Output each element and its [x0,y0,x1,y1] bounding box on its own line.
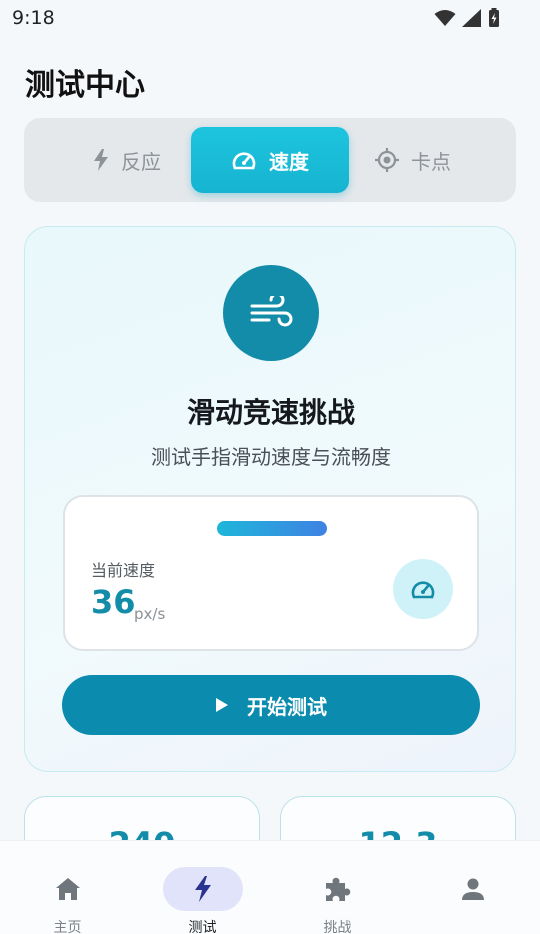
tab-speed[interactable]: 速度 [191,127,349,193]
nav-icon-container [433,867,513,911]
challenge-title: 滑动竞速挑战 [186,396,355,429]
status-icons [434,8,500,28]
nav-label-test: 测试 [188,920,217,934]
speedometer-icon [411,581,435,599]
challenge-icon-badge [223,265,319,361]
start-test-label: 开始测试 [247,694,327,719]
status-bar: 9:18 [0,0,540,36]
status-time: 9:18 [12,7,55,29]
nav-item-challenge[interactable]: 挑战 [270,841,405,934]
nav-item-home[interactable]: 主页 [0,841,135,934]
nav-label-home: 主页 [53,920,82,934]
nav-label-challenge: 挑战 [323,920,352,934]
current-speed-unit: px/s [134,605,166,623]
start-test-button[interactable]: 开始测试 [62,675,480,735]
challenge-subtitle: 测试手指滑动速度与流畅度 [151,445,391,469]
person-icon [462,878,484,900]
swipe-area[interactable]: 当前速度 36 px/s [63,495,479,651]
home-icon [56,878,80,900]
test-type-tabs: 反应 速度 卡点 [24,118,516,202]
tab-reaction-label: 反应 [121,149,161,174]
wifi-icon [434,10,456,26]
nav-icon-container [298,867,378,911]
signal-icon [462,9,481,27]
tab-beat-label: 卡点 [411,149,451,174]
play-icon [216,698,228,712]
current-speed-label: 当前速度 [91,561,156,580]
speedometer-icon [232,152,256,170]
page-title: 测试中心 [25,68,145,103]
nav-item-profile[interactable] [405,841,540,934]
nav-icon-container [28,867,108,911]
tab-reaction[interactable]: 反应 [48,127,206,193]
nav-item-test[interactable]: 测试 [135,841,270,934]
crosshair-icon [375,148,399,172]
challenge-card: 滑动竞速挑战 测试手指滑动速度与流畅度 当前速度 36 px/s 开始测试 [24,226,516,772]
nav-icon-container [163,867,243,911]
tab-speed-label: 速度 [269,149,309,174]
bolt-icon [195,876,211,902]
wind-icon [250,296,293,327]
bolt-icon [94,149,108,171]
tab-beat[interactable]: 卡点 [334,127,492,193]
speed-gauge-badge [393,559,453,619]
swipe-indicator-bar [217,521,327,536]
bottom-nav: 主页 测试 挑战 [0,840,540,934]
puzzle-icon [326,877,351,901]
battery-icon [489,8,499,27]
current-speed-value: 36 [91,583,136,621]
